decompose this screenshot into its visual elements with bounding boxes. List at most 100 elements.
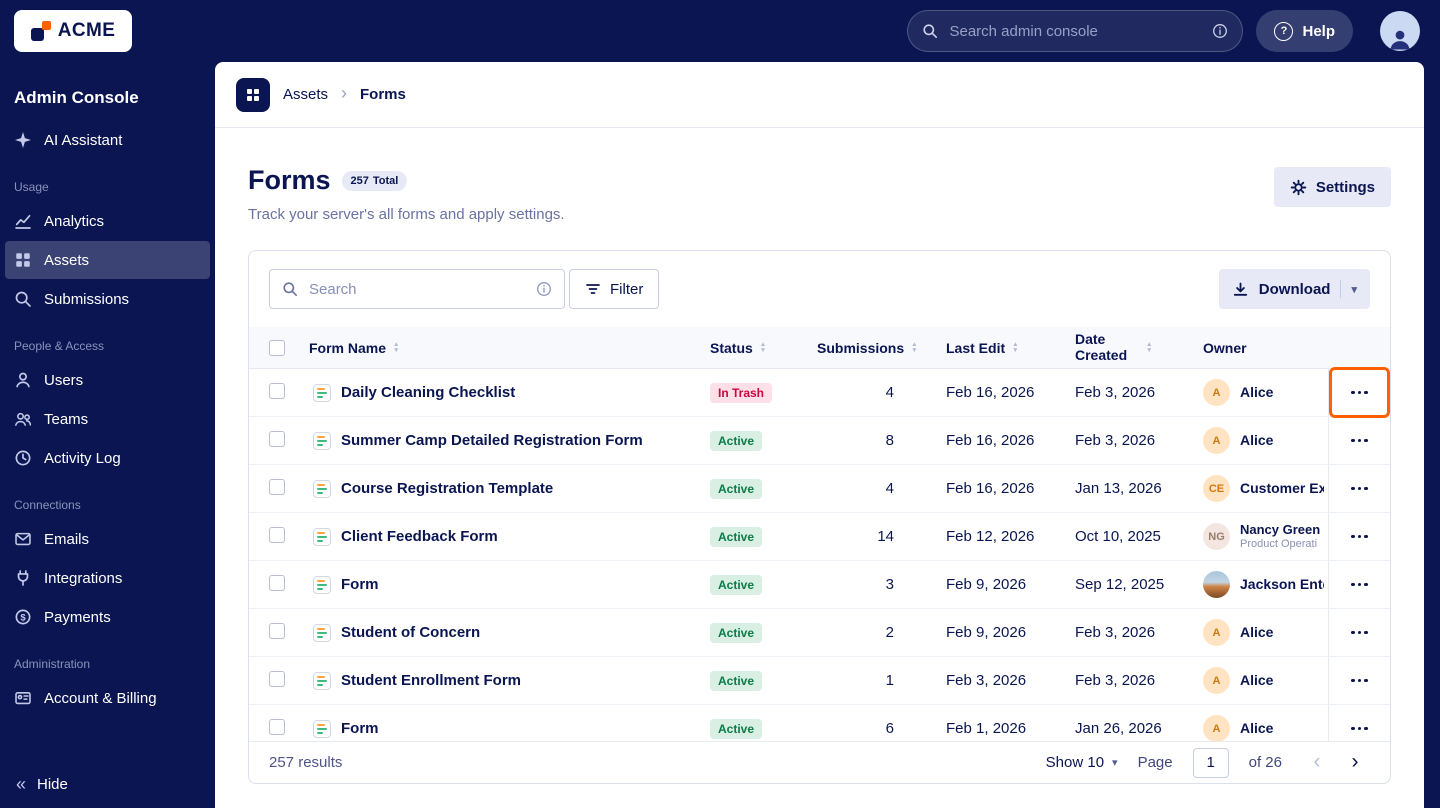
owner-name: Jackson Enter: [1240, 576, 1324, 593]
page-header: Forms 257 Total Track your server's all …: [215, 128, 1424, 223]
sidebar-item-ai-assistant[interactable]: AI Assistant: [5, 121, 210, 159]
form-name-link[interactable]: Course Registration Template: [341, 480, 553, 497]
owner-avatar: A: [1203, 667, 1230, 694]
help-button[interactable]: ? Help: [1256, 10, 1353, 52]
column-owner: Owner: [1203, 339, 1247, 356]
column-last-edit: Last Edit: [946, 339, 1006, 356]
sidebar-item-assets[interactable]: Assets: [5, 241, 210, 279]
sidebar-item-integrations[interactable]: Integrations: [5, 559, 210, 597]
acme-logo-icon: [30, 21, 51, 41]
sparkle-icon: [14, 131, 32, 149]
form-icon: [313, 383, 331, 402]
sidebar-hide-button[interactable]: « Hide: [0, 760, 215, 808]
chevron-down-icon: ▾: [1112, 757, 1118, 769]
row-actions-button[interactable]: [1343, 424, 1377, 458]
form-name-link[interactable]: Form: [341, 576, 379, 593]
next-page-button[interactable]: ›: [1340, 748, 1370, 778]
sidebar-item-activity-log[interactable]: Activity Log: [5, 439, 210, 477]
sort-icon[interactable]: ▲ ▼: [393, 341, 399, 354]
download-button[interactable]: Download ▾: [1218, 269, 1370, 309]
row-checkbox[interactable]: [269, 574, 285, 591]
owner-name: Alice: [1240, 624, 1274, 641]
show-per-page-label: Show 10: [1045, 754, 1105, 771]
date-created: Oct 10, 2025: [1075, 528, 1161, 545]
sidebar-item-label: Activity Log: [44, 449, 121, 467]
page-number-input[interactable]: [1192, 747, 1229, 778]
sidebar-item-label: Users: [44, 371, 84, 389]
download-button-label: Download: [1258, 280, 1331, 298]
page-total: of 26: [1248, 754, 1282, 771]
form-name-link[interactable]: Student of Concern: [341, 624, 480, 641]
submissions-count: 6: [885, 720, 894, 737]
select-all-checkbox[interactable]: [269, 339, 285, 356]
row-actions-button[interactable]: [1343, 664, 1377, 698]
total-label: Total: [372, 174, 399, 187]
last-edit-date: Feb 12, 2026: [946, 528, 1035, 545]
breadcrumb-assets-link[interactable]: Assets: [283, 86, 328, 103]
sidebar-item-submissions[interactable]: Submissions: [5, 280, 210, 318]
row-actions-button[interactable]: [1343, 376, 1377, 410]
sidebar-item-label: Teams: [44, 410, 89, 428]
form-name-link[interactable]: Summer Camp Detailed Registration Form: [341, 432, 643, 449]
table-row: Student of Concern Active 2 Feb 9, 2026 …: [249, 609, 1390, 657]
row-actions-button[interactable]: [1343, 568, 1377, 602]
sort-icon[interactable]: ▲ ▼: [911, 341, 917, 354]
last-edit-date: Feb 16, 2026: [946, 432, 1035, 449]
sort-icon[interactable]: ▲ ▼: [760, 341, 766, 354]
table-search-box: [269, 269, 565, 309]
payments-icon: $: [14, 608, 32, 626]
row-actions-button[interactable]: [1343, 616, 1377, 650]
sidebar-item-emails[interactable]: Emails: [5, 520, 210, 558]
sort-icon[interactable]: ▲ ▼: [1012, 341, 1018, 354]
row-checkbox[interactable]: [269, 622, 285, 639]
info-icon[interactable]: [1212, 23, 1228, 39]
owner-avatar: A: [1203, 427, 1230, 454]
row-checkbox[interactable]: [269, 718, 285, 735]
show-per-page-select[interactable]: Show 10 ▾: [1046, 754, 1118, 771]
breadcrumb: Assets › Forms: [215, 62, 1424, 128]
admin-search-input[interactable]: [947, 21, 1204, 41]
question-icon: ?: [1274, 21, 1294, 41]
chevron-right-icon: ›: [341, 83, 348, 103]
row-checkbox[interactable]: [269, 478, 285, 495]
form-name-link[interactable]: Daily Cleaning Checklist: [341, 384, 515, 401]
sidebar-item-users[interactable]: Users: [5, 361, 210, 399]
assets-breadcrumb-icon[interactable]: [236, 77, 270, 112]
main-panel: Assets › Forms Forms 257 Total Track you…: [215, 62, 1424, 808]
sidebar-item-analytics[interactable]: Analytics: [5, 202, 210, 240]
owner-name: Alice: [1240, 384, 1274, 401]
previous-page-button[interactable]: ‹: [1302, 748, 1332, 778]
filter-button[interactable]: Filter: [569, 269, 660, 309]
row-checkbox[interactable]: [269, 430, 285, 447]
sidebar-item-teams[interactable]: Teams: [5, 400, 210, 438]
gear-icon: [1290, 179, 1307, 196]
owner-subtitle: Product Operati: [1240, 537, 1318, 550]
settings-button[interactable]: Settings: [1273, 167, 1391, 207]
form-name-link[interactable]: Student Enrollment Form: [341, 672, 521, 689]
total-count-badge: 257 Total: [341, 170, 408, 191]
emails-icon: [14, 530, 32, 548]
chevron-down-icon[interactable]: ▾: [1351, 283, 1357, 296]
form-name-link[interactable]: Client Feedback Form: [341, 528, 498, 545]
row-checkbox[interactable]: [269, 670, 285, 687]
divider: [1340, 280, 1342, 298]
admin-search-box: [907, 10, 1244, 52]
sort-icon[interactable]: ▲ ▼: [1146, 341, 1152, 354]
sidebar-item-payments[interactable]: $ Payments: [5, 598, 210, 636]
table-row: Summer Camp Detailed Registration Form A…: [249, 417, 1390, 465]
row-checkbox[interactable]: [269, 382, 285, 399]
form-name-link[interactable]: Form: [341, 720, 379, 737]
table-search-input[interactable]: [307, 279, 527, 299]
user-avatar[interactable]: [1380, 11, 1420, 51]
row-actions-button[interactable]: [1343, 520, 1377, 554]
sidebar-item-account-billing[interactable]: Account & Billing: [5, 679, 210, 717]
page-subtitle: Track your server's all forms and apply …: [248, 206, 565, 223]
acme-logo[interactable]: ACME: [14, 10, 132, 52]
collapse-icon: «: [16, 774, 27, 794]
filter-button-label: Filter: [610, 280, 644, 298]
info-icon[interactable]: [536, 281, 552, 297]
date-created: Jan 26, 2026: [1075, 720, 1162, 737]
table-row: Course Registration Template Active 4 Fe…: [249, 465, 1390, 513]
row-checkbox[interactable]: [269, 526, 285, 543]
row-actions-button[interactable]: [1343, 472, 1377, 506]
